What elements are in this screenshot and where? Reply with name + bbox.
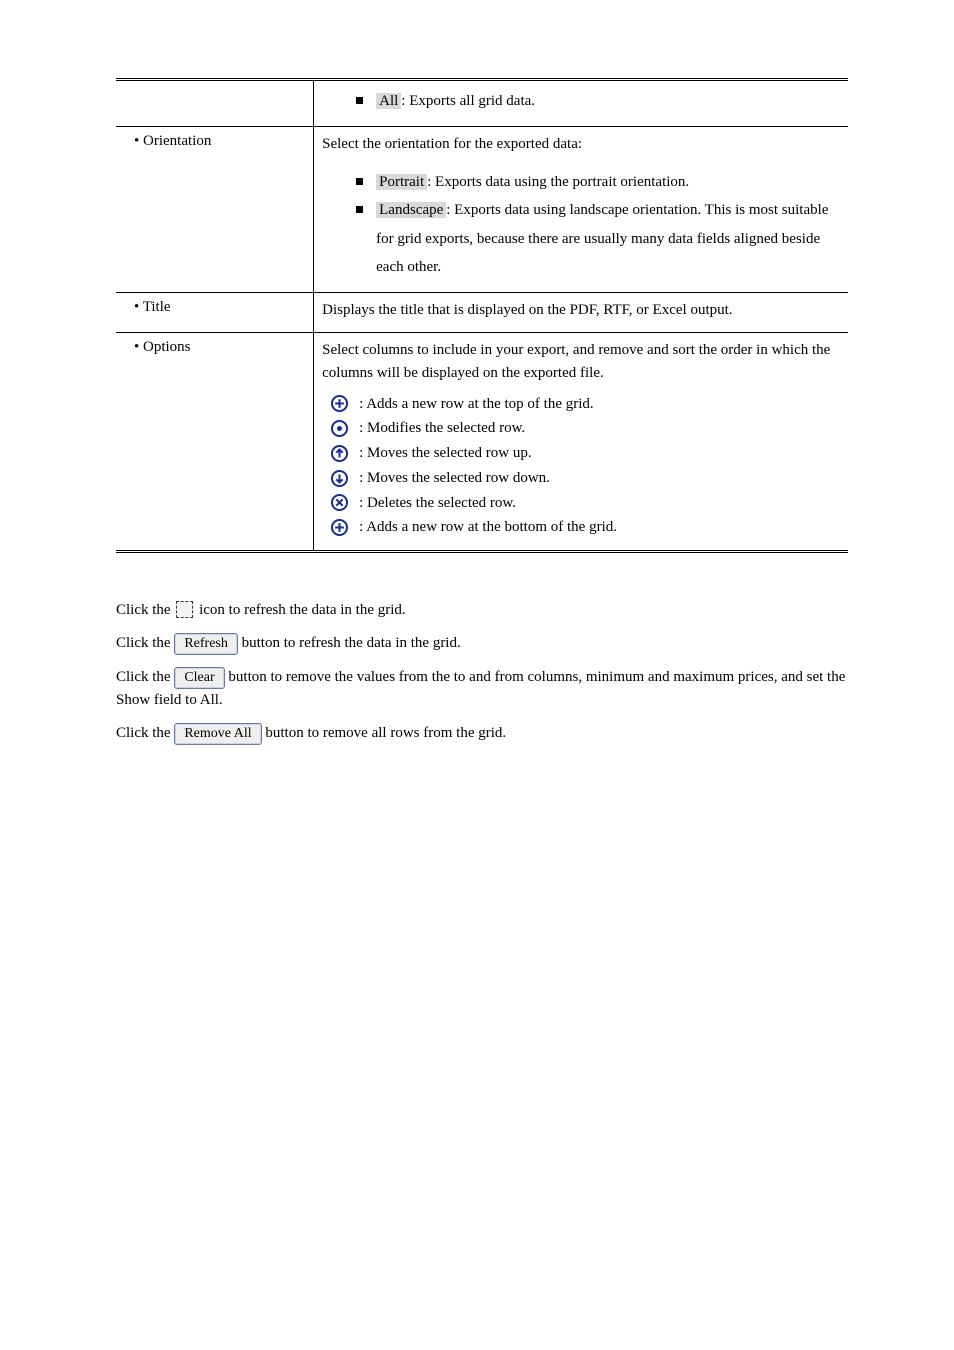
add-top-icon[interactable] — [330, 394, 349, 413]
row0-all-tail: : Exports all grid data. — [401, 93, 535, 109]
removeall-button[interactable]: Remove All — [174, 723, 261, 745]
row0-right: All: Exports all grid data. — [314, 80, 848, 127]
row1-left: Orientation — [116, 126, 314, 292]
row3-right: Select columns to include in your export… — [314, 333, 848, 552]
row0-left — [116, 80, 314, 127]
move-up-text: : Moves the selected row up. — [359, 441, 531, 466]
refresh-btn-post: button to refresh the data in the grid. — [238, 635, 461, 651]
removeall-btn-post: button to remove all rows from the grid. — [262, 725, 507, 741]
refresh-button-line: Click the Refresh button to refresh the … — [116, 632, 848, 655]
row1-left-label: Orientation — [124, 133, 211, 149]
row1-right: Select the orientation for the exported … — [314, 126, 848, 292]
refresh-button[interactable]: Refresh — [174, 633, 238, 655]
delete-icon[interactable] — [330, 493, 349, 512]
row3-text: Select columns to include in your export… — [322, 339, 840, 386]
below-text-block: Click the icon to refresh the data in th… — [116, 599, 848, 745]
row1-landscape-shaded: Landscape — [376, 202, 446, 218]
removeall-button-line: Click the Remove All button to remove al… — [116, 722, 848, 745]
modify-text: : Modifies the selected row. — [359, 416, 525, 441]
row1-text: Select the orientation for the exported … — [322, 133, 840, 156]
modify-icon[interactable] — [330, 419, 349, 438]
row2-left: Title — [116, 292, 314, 332]
row2-left-label: Title — [124, 299, 171, 315]
row0-all-item: All: Exports all grid data. — [322, 87, 840, 116]
move-down-text: : Moves the selected row down. — [359, 466, 550, 491]
refresh-btn-pre: Click the — [116, 635, 174, 651]
row1-portrait-shaded: Portrait — [376, 174, 427, 190]
options-table: All: Exports all grid data. Orientation … — [116, 78, 848, 553]
clear-button[interactable]: Clear — [174, 667, 224, 689]
add-top-text: : Adds a new row at the top of the grid. — [359, 392, 594, 417]
add-bottom-icon[interactable] — [330, 518, 349, 537]
row1-portrait-tail: : Exports data using the portrait orient… — [427, 174, 689, 190]
move-down-icon[interactable] — [330, 469, 349, 488]
row0-all-shaded: All — [376, 93, 401, 109]
refresh-icon[interactable] — [176, 601, 193, 618]
row1-portrait-item: Portrait: Exports data using the portrai… — [322, 168, 840, 197]
delete-text: : Deletes the selected row. — [359, 491, 516, 516]
clear-btn-pre: Click the — [116, 669, 174, 685]
clear-btn-post: button to remove the values from the to … — [116, 669, 845, 708]
refresh-icon-pre: Click the — [116, 602, 174, 618]
row3-left: Options — [116, 333, 314, 552]
clear-button-line: Click the Clear button to remove the val… — [116, 666, 848, 713]
row1-landscape-item: Landscape: Exports data using landscape … — [322, 196, 840, 282]
refresh-icon-post: icon to refresh the data in the grid. — [195, 602, 405, 618]
removeall-btn-pre: Click the — [116, 725, 174, 741]
add-bottom-text: : Adds a new row at the bottom of the gr… — [359, 515, 617, 540]
refresh-icon-line: Click the icon to refresh the data in th… — [116, 599, 848, 622]
row3-left-label: Options — [124, 339, 191, 355]
row2-right: Displays the title that is displayed on … — [314, 292, 848, 332]
move-up-icon[interactable] — [330, 444, 349, 463]
